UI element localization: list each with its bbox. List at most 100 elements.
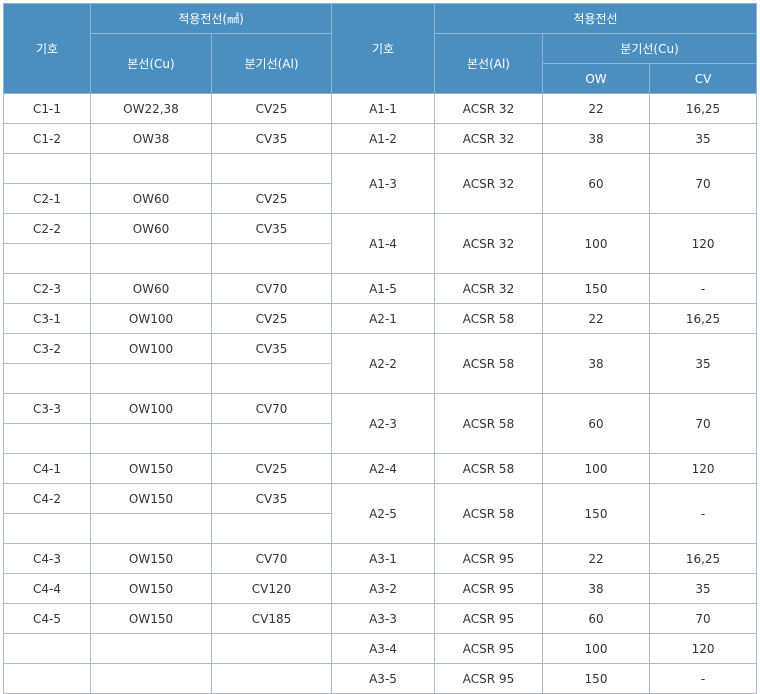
table-row: C4-5 OW150 CV185 A3-3 ACSR 95 60 70 xyxy=(3,603,758,634)
right-ow-cell: 60 xyxy=(542,153,650,214)
left-branch-wire-cell: CV70 xyxy=(211,273,332,304)
right-main-wire-cell: ACSR 58 xyxy=(434,303,543,334)
right-cv-cell: 70 xyxy=(648,393,758,454)
right-ow-cell: 150 xyxy=(542,273,650,304)
left-code-cell xyxy=(3,243,91,274)
left-branch-wire-cell: CV35 xyxy=(211,483,332,514)
table-row: C4-3 OW150 CV70 A3-1 ACSR 95 22 16,25 xyxy=(3,543,758,574)
table-row: A1-3 ACSR 32 60 70 xyxy=(3,153,758,214)
right-main-wire-cell: ACSR 95 xyxy=(434,543,543,574)
left-code-cell: C4-1 xyxy=(3,453,91,484)
right-cv-cell: 70 xyxy=(648,603,758,634)
right-ow-cell: 22 xyxy=(542,543,650,574)
wire-spec-table-container: 기호 적용전선(㎟) 기호 적용전선 본선(Cu) 분기선(Al) 본선(Al)… xyxy=(3,3,758,694)
left-code-cell: C1-1 xyxy=(3,93,91,124)
right-code-cell: A2-3 xyxy=(331,393,435,454)
left-code-cell: C4-2 xyxy=(3,483,91,514)
right-ow-cell: 38 xyxy=(542,333,650,394)
header-ow: OW xyxy=(542,63,650,94)
right-cv-cell: - xyxy=(648,483,758,544)
right-code-cell: A1-1 xyxy=(331,93,435,124)
left-branch-wire-cell xyxy=(211,423,332,454)
right-cv-cell: 120 xyxy=(648,453,758,484)
table-row: C3-1 OW100 CV25 A2-1 ACSR 58 22 16,25 xyxy=(3,303,758,334)
right-ow-cell: 150 xyxy=(542,483,650,544)
left-branch-wire-cell xyxy=(211,363,332,394)
right-main-wire-cell: ACSR 58 xyxy=(434,393,543,454)
table-row: C2-2 OW60 CV35 A1-4 ACSR 32 100 120 xyxy=(3,213,758,274)
table-row: C3-3 OW100 CV70 A2-3 ACSR 58 60 70 xyxy=(3,393,758,454)
left-branch-wire-cell: CV120 xyxy=(211,573,332,604)
right-main-wire-cell: ACSR 32 xyxy=(434,93,543,124)
left-code-cell: C4-5 xyxy=(3,603,91,634)
wire-spec-table: 기호 적용전선(㎟) 기호 적용전선 본선(Cu) 분기선(Al) 본선(Al)… xyxy=(3,3,758,694)
right-cv-cell: 35 xyxy=(648,333,758,394)
left-main-wire-cell xyxy=(90,663,212,694)
right-main-wire-cell: ACSR 58 xyxy=(434,483,543,544)
left-branch-wire-cell: CV25 xyxy=(211,453,332,484)
left-main-wire-cell: OW100 xyxy=(90,333,212,364)
right-code-cell: A3-2 xyxy=(331,573,435,604)
right-ow-cell: 100 xyxy=(542,633,650,664)
header-cv: CV xyxy=(648,63,758,94)
right-cv-cell: 120 xyxy=(648,633,758,664)
right-main-wire-cell: ACSR 58 xyxy=(434,333,543,394)
left-main-wire-cell: OW60 xyxy=(90,183,212,214)
right-code-cell: A2-2 xyxy=(331,333,435,394)
table-header: 기호 적용전선(㎟) 기호 적용전선 본선(Cu) 분기선(Al) 본선(Al)… xyxy=(3,3,758,94)
left-main-wire-cell: OW100 xyxy=(90,303,212,334)
right-ow-cell: 60 xyxy=(542,393,650,454)
left-main-wire-cell xyxy=(90,153,212,184)
right-cv-cell: - xyxy=(648,663,758,694)
left-code-cell: C3-2 xyxy=(3,333,91,364)
table-row: C3-2 OW100 CV35 A2-2 ACSR 58 38 35 xyxy=(3,333,758,394)
left-main-wire-cell: OW60 xyxy=(90,213,212,244)
right-ow-cell: 150 xyxy=(542,663,650,694)
right-code-cell: A3-5 xyxy=(331,663,435,694)
right-cv-cell: - xyxy=(648,273,758,304)
left-branch-wire-cell: CV35 xyxy=(211,333,332,364)
left-code-cell: C3-3 xyxy=(3,393,91,424)
right-cv-cell: 35 xyxy=(648,123,758,154)
left-code-cell xyxy=(3,153,91,184)
header-main-wire-al: 본선(Al) xyxy=(434,33,543,94)
right-cv-cell: 120 xyxy=(648,213,758,274)
right-ow-cell: 100 xyxy=(542,453,650,484)
right-code-cell: A2-4 xyxy=(331,453,435,484)
right-cv-cell: 16,25 xyxy=(648,93,758,124)
left-main-wire-cell: OW150 xyxy=(90,543,212,574)
left-branch-wire-cell: CV25 xyxy=(211,183,332,214)
left-branch-wire-cell: CV35 xyxy=(211,213,332,244)
right-cv-cell: 16,25 xyxy=(648,543,758,574)
left-main-wire-cell: OW150 xyxy=(90,573,212,604)
right-main-wire-cell: ACSR 32 xyxy=(434,123,543,154)
left-code-cell xyxy=(3,663,91,694)
right-code-cell: A2-5 xyxy=(331,483,435,544)
header-code-left: 기호 xyxy=(3,3,91,94)
table-row: C1-1 OW22,38 CV25 A1-1 ACSR 32 22 16,25 xyxy=(3,93,758,124)
right-code-cell: A1-2 xyxy=(331,123,435,154)
right-ow-cell: 22 xyxy=(542,93,650,124)
right-ow-cell: 22 xyxy=(542,303,650,334)
right-code-cell: A3-3 xyxy=(331,603,435,634)
left-main-wire-cell xyxy=(90,633,212,664)
right-main-wire-cell: ACSR 32 xyxy=(434,213,543,274)
left-main-wire-cell: OW22,38 xyxy=(90,93,212,124)
table-row: A3-5 ACSR 95 150- xyxy=(3,663,758,694)
left-branch-wire-cell xyxy=(211,633,332,664)
left-main-wire-cell xyxy=(90,243,212,274)
left-code-cell: C2-1 xyxy=(3,183,91,214)
header-code-right: 기호 xyxy=(331,3,435,94)
left-branch-wire-cell: CV25 xyxy=(211,93,332,124)
left-main-wire-cell: OW38 xyxy=(90,123,212,154)
header-main-wire-cu: 본선(Cu) xyxy=(90,33,212,94)
left-code-cell: C4-3 xyxy=(3,543,91,574)
left-code-cell xyxy=(3,513,91,544)
left-code-cell: C4-4 xyxy=(3,573,91,604)
left-branch-wire-cell: CV185 xyxy=(211,603,332,634)
right-code-cell: A2-1 xyxy=(331,303,435,334)
right-code-cell: A1-5 xyxy=(331,273,435,304)
right-code-cell: A3-1 xyxy=(331,543,435,574)
left-branch-wire-cell: CV35 xyxy=(211,123,332,154)
left-code-cell: C2-3 xyxy=(3,273,91,304)
